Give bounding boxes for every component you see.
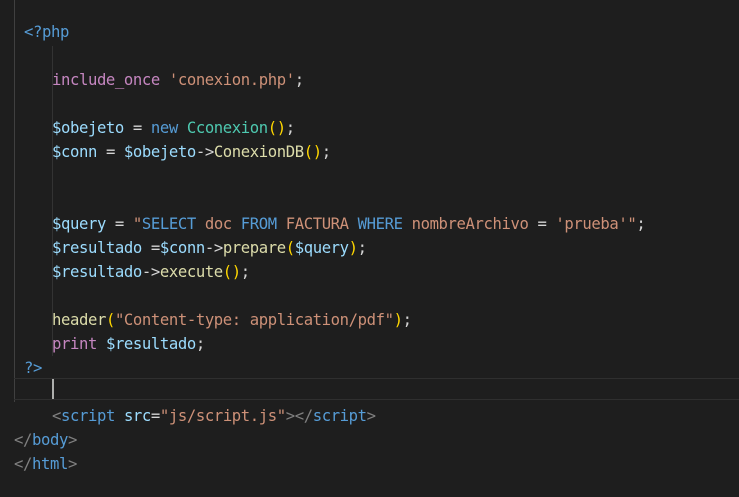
code-token: </	[14, 455, 32, 473]
code-line[interactable]: $query = "SELECT doc FROM FACTURA WHERE …	[0, 212, 739, 236]
code-token: ;	[294, 71, 304, 89]
code-token: $resultado	[52, 263, 142, 281]
code-line[interactable]: </body>	[0, 428, 739, 452]
code-token: ;	[285, 119, 295, 137]
code-token: <?php	[24, 23, 69, 41]
code-token: "js/script.js"	[159, 407, 286, 425]
code-token: script	[312, 407, 367, 425]
code-line[interactable]: $resultado =$conn->prepare($query);	[0, 236, 739, 260]
code-token: ->	[204, 239, 223, 257]
code-token: FACTURA	[276, 215, 358, 233]
code-line[interactable]	[0, 284, 739, 308]
code-token: ;	[636, 215, 646, 233]
code-token: header	[52, 311, 106, 329]
code-line[interactable]: </html>	[0, 452, 739, 476]
code-token: WHERE	[357, 215, 403, 233]
code-token: =	[141, 239, 160, 257]
code-token: $conn	[52, 143, 97, 161]
code-token: $obejeto	[52, 119, 124, 137]
code-token: 'prueba'	[546, 215, 628, 233]
code-token: print	[52, 335, 97, 353]
code-token: ;	[321, 143, 331, 161]
code-line[interactable]: $resultado->execute();	[0, 260, 739, 284]
code-token: "	[627, 215, 637, 233]
code-token: =	[96, 143, 124, 161]
code-editor[interactable]: <?php include_once 'conexion.php'; $obejet…	[0, 0, 739, 497]
code-token: ()	[222, 263, 241, 281]
code-line[interactable]	[0, 164, 739, 188]
code-token: SELECT	[141, 215, 196, 233]
code-token: html	[31, 455, 68, 473]
code-token: >	[366, 407, 376, 425]
code-token: =	[123, 119, 151, 137]
code-token: "Content-type: application/pdf"	[114, 311, 394, 329]
code-token: $resultado	[52, 239, 142, 257]
code-line[interactable]: ?>	[0, 356, 739, 380]
code-token: ConexionDB	[213, 143, 304, 161]
code-token: =	[150, 407, 160, 425]
code-token: ?>	[24, 359, 42, 377]
code-token: doc	[195, 215, 241, 233]
code-token: $resultado	[105, 335, 196, 353]
code-token: Cconexion	[186, 119, 268, 137]
code-line[interactable]: $obejeto = new Cconexion();	[0, 116, 739, 140]
code-line[interactable]	[0, 44, 739, 68]
code-token: =	[105, 215, 133, 233]
code-token: 'conexion.php'	[168, 71, 295, 89]
code-line[interactable]	[0, 188, 739, 212]
code-line[interactable]: include_once 'conexion.php';	[0, 68, 739, 92]
code-token: ()	[267, 119, 286, 137]
code-token: src	[123, 407, 151, 425]
code-line[interactable]: $conn = $obejeto->ConexionDB();	[0, 140, 739, 164]
code-token: (	[105, 311, 115, 329]
code-token: body	[31, 431, 68, 449]
code-line[interactable]	[0, 92, 739, 116]
code-token: "	[132, 215, 142, 233]
code-token: )	[348, 239, 358, 257]
code-token: $query	[294, 239, 349, 257]
code-token: script	[61, 407, 115, 425]
code-token: ->	[141, 263, 160, 281]
code-line[interactable]	[0, 380, 739, 404]
code-line[interactable]: <?php	[0, 20, 739, 44]
code-token: >	[67, 455, 77, 473]
code-token: ;	[357, 239, 367, 257]
code-token: new	[150, 119, 178, 137]
code-token: prepare	[222, 239, 286, 257]
code-lines[interactable]: <?php include_once 'conexion.php'; $obejet…	[0, 20, 739, 476]
code-token: nombreArchivo	[402, 215, 538, 233]
code-token: </	[14, 431, 32, 449]
code-token: )	[393, 311, 403, 329]
code-token: ()	[303, 143, 322, 161]
code-token: ;	[240, 263, 250, 281]
code-token: ;	[402, 311, 412, 329]
code-token: $conn	[159, 239, 205, 257]
code-token: $query	[52, 215, 106, 233]
code-line[interactable]: print $resultado;	[0, 332, 739, 356]
code-token: execute	[159, 263, 223, 281]
code-line[interactable]: header("Content-type: application/pdf");	[0, 308, 739, 332]
code-token: FROM	[240, 215, 277, 233]
code-token: ->	[195, 143, 214, 161]
code-token: ></	[285, 407, 313, 425]
code-token: <	[52, 407, 61, 425]
code-token: (	[285, 239, 295, 257]
code-line[interactable]: <script src="js/script.js"></script>	[0, 404, 739, 428]
code-token: ;	[195, 335, 205, 353]
code-token: >	[67, 431, 77, 449]
code-token: include_once	[52, 71, 160, 89]
code-token: $obejeto	[123, 143, 196, 161]
